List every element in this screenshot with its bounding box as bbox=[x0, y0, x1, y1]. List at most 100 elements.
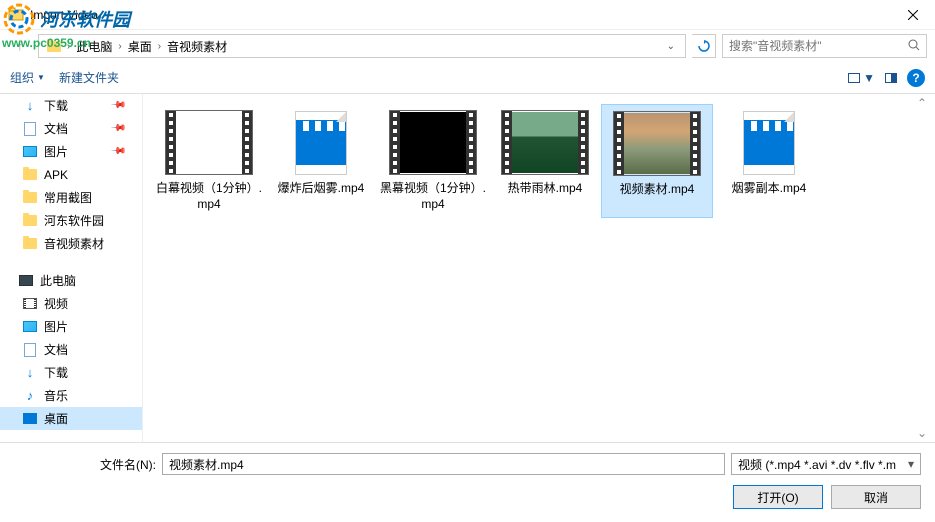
chevron-down-icon: ▼ bbox=[37, 73, 45, 82]
breadcrumb-seg[interactable]: 音视频素材 bbox=[163, 36, 231, 57]
window-title: Import Video bbox=[30, 8, 890, 22]
file-name: 热带雨林.mp4 bbox=[508, 181, 583, 197]
search-icon[interactable] bbox=[908, 39, 920, 54]
new-folder-button[interactable]: 新建文件夹 bbox=[59, 69, 119, 86]
file-thumbnail bbox=[389, 110, 477, 175]
file-grid[interactable]: 白幕视频（1分钟）.mp4 爆炸后烟雾.mp4 黑幕视频（1分钟）.mp4 热带雨林.… bbox=[143, 94, 935, 442]
refresh-icon bbox=[698, 40, 710, 52]
chevron-down-icon: ▼ bbox=[863, 71, 875, 85]
music-icon: ♪ bbox=[27, 388, 34, 403]
sidebar-item-label: 图片 bbox=[44, 143, 68, 160]
file-name: 黑幕视频（1分钟）.mp4 bbox=[379, 181, 487, 212]
file-item[interactable]: 爆炸后烟雾.mp4 bbox=[265, 104, 377, 218]
sidebar-item[interactable]: ↓下载📌 bbox=[0, 94, 142, 117]
sidebar-item-label: 文档 bbox=[44, 341, 68, 358]
chevron-right-icon: › bbox=[118, 41, 121, 52]
download-icon: ↓ bbox=[27, 98, 34, 113]
toolbar: 组织 ▼ 新建文件夹 ▼ ? bbox=[0, 62, 935, 94]
filename-input[interactable] bbox=[162, 453, 725, 475]
breadcrumb-seg[interactable]: 桌面 bbox=[124, 36, 156, 57]
sidebar-item-label: APK bbox=[44, 168, 68, 182]
breadcrumb-seg[interactable]: 此电脑 bbox=[72, 36, 116, 57]
file-name: 爆炸后烟雾.mp4 bbox=[278, 181, 365, 197]
search-box[interactable] bbox=[722, 34, 927, 58]
address-bar: ↑ › 此电脑 › 桌面 › 音视频素材 ⌄ bbox=[0, 30, 935, 62]
file-name: 视频素材.mp4 bbox=[620, 182, 695, 198]
file-thumbnail bbox=[725, 110, 813, 175]
file-name: 烟雾副本.mp4 bbox=[732, 181, 807, 197]
sidebar-item-label: 桌面 bbox=[44, 410, 68, 427]
sidebar-item-label: 音乐 bbox=[44, 387, 68, 404]
bottom-panel: 文件名(N): 视频 (*.mp4 *.avi *.dv *.flv *.m 打… bbox=[0, 442, 935, 522]
sidebar-item[interactable]: 文档 bbox=[0, 338, 142, 361]
file-item[interactable]: 热带雨林.mp4 bbox=[489, 104, 601, 218]
file-thumbnail bbox=[501, 110, 589, 175]
chevron-right-icon: › bbox=[158, 41, 161, 52]
close-icon bbox=[908, 10, 918, 20]
file-thumbnail bbox=[613, 111, 701, 176]
sidebar-item-label: 视频 bbox=[44, 295, 68, 312]
file-item[interactable]: 烟雾副本.mp4 bbox=[713, 104, 825, 218]
folder-icon bbox=[43, 39, 65, 54]
sidebar-item-label: 音视频素材 bbox=[44, 235, 104, 252]
sidebar-item[interactable]: ♪ 音乐 bbox=[0, 384, 142, 407]
open-button[interactable]: 打开(O) bbox=[733, 485, 823, 509]
sidebar-item-label: 图片 bbox=[44, 318, 68, 335]
title-bar: Import Video bbox=[0, 0, 935, 30]
chevron-down-icon[interactable]: ⌄ bbox=[661, 41, 681, 52]
breadcrumb[interactable]: › 此电脑 › 桌面 › 音视频素材 ⌄ bbox=[38, 34, 686, 58]
up-button[interactable]: ↑ bbox=[8, 34, 32, 58]
preview-pane-button[interactable] bbox=[885, 73, 897, 83]
sidebar-item[interactable]: APK bbox=[0, 163, 142, 186]
file-name: 白幕视频（1分钟）.mp4 bbox=[155, 181, 263, 212]
pin-icon: 📌 bbox=[109, 120, 126, 137]
folder-icon bbox=[23, 169, 37, 180]
document-icon bbox=[24, 122, 36, 136]
pin-icon: 📌 bbox=[109, 143, 126, 160]
sidebar-item[interactable]: 河东软件园 bbox=[0, 209, 142, 232]
sidebar-item[interactable]: 文档 📌 bbox=[0, 117, 142, 140]
picture-icon bbox=[23, 146, 37, 157]
file-thumbnail bbox=[277, 110, 365, 175]
folder-icon bbox=[23, 215, 37, 226]
sidebar-item[interactable]: 桌面 bbox=[0, 407, 142, 430]
filename-label: 文件名(N): bbox=[100, 456, 156, 473]
sidebar-item-label: 文档 bbox=[44, 120, 68, 137]
sidebar-item[interactable]: 音视频素材 bbox=[0, 232, 142, 255]
preview-icon bbox=[885, 73, 897, 83]
sidebar-item[interactable]: 图片 📌 bbox=[0, 140, 142, 163]
refresh-button[interactable] bbox=[692, 34, 716, 58]
sidebar-item-label: 河东软件园 bbox=[44, 212, 104, 229]
sidebar-item-label: 下载 bbox=[44, 97, 68, 114]
close-button[interactable] bbox=[890, 0, 935, 30]
sidebar-item-label: 下载 bbox=[44, 364, 68, 381]
file-item[interactable]: 视频素材.mp4 bbox=[601, 104, 713, 218]
folder-icon bbox=[23, 192, 37, 203]
cancel-button[interactable]: 取消 bbox=[831, 485, 921, 509]
sidebar-item[interactable]: ↓ 下载 bbox=[0, 361, 142, 384]
download-icon: ↓ bbox=[27, 365, 34, 380]
file-thumbnail bbox=[165, 110, 253, 175]
sidebar-item[interactable]: 视频 bbox=[0, 292, 142, 315]
file-item[interactable]: 白幕视频（1分钟）.mp4 bbox=[153, 104, 265, 218]
view-mode-button[interactable]: ▼ bbox=[848, 71, 875, 85]
help-button[interactable]: ? bbox=[907, 69, 925, 87]
picture-icon bbox=[23, 321, 37, 332]
file-item[interactable]: 黑幕视频（1分钟）.mp4 bbox=[377, 104, 489, 218]
view-icon bbox=[848, 73, 860, 83]
chevron-right-icon: › bbox=[67, 41, 70, 52]
video-icon bbox=[23, 298, 37, 309]
app-icon bbox=[8, 7, 24, 23]
search-input[interactable] bbox=[729, 39, 908, 53]
sidebar-item-thispc[interactable]: 此电脑 bbox=[0, 269, 142, 292]
document-icon bbox=[24, 343, 36, 357]
folder-icon bbox=[23, 238, 37, 249]
sidebar-item-label: 常用截图 bbox=[44, 189, 92, 206]
desktop-icon bbox=[23, 413, 37, 424]
sidebar-item[interactable]: 图片 bbox=[0, 315, 142, 338]
filetype-dropdown[interactable]: 视频 (*.mp4 *.avi *.dv *.flv *.m bbox=[731, 453, 921, 475]
organize-button[interactable]: 组织 ▼ bbox=[10, 69, 45, 86]
sidebar: ↓下载📌文档📌图片📌APK常用截图河东软件园音视频素材 此电脑 视频图片文档↓下… bbox=[0, 94, 143, 442]
pc-icon bbox=[18, 273, 34, 289]
sidebar-item[interactable]: 常用截图 bbox=[0, 186, 142, 209]
